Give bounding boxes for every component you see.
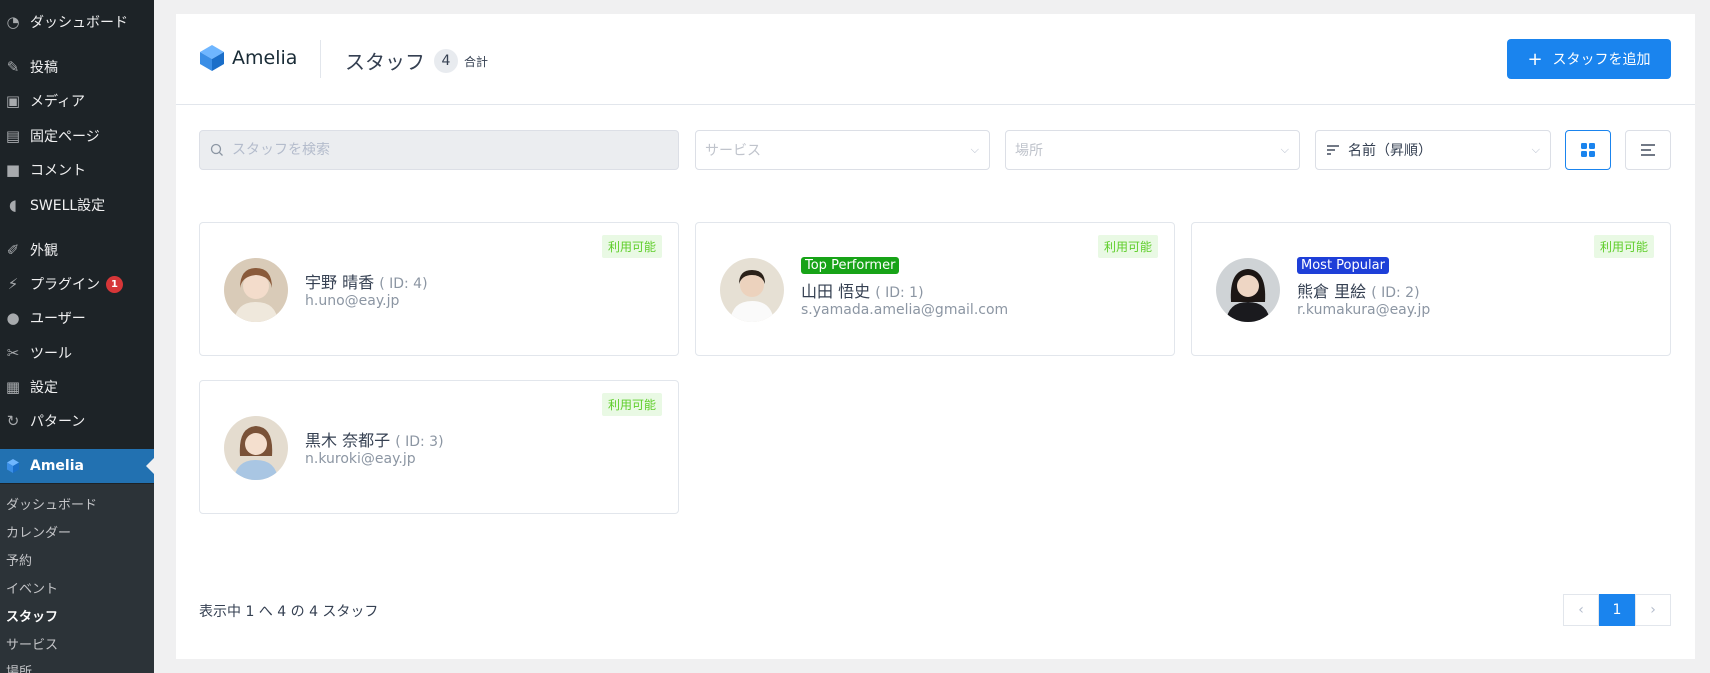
- count-label: 合計: [464, 55, 489, 69]
- grid-icon: [1581, 143, 1595, 157]
- media-icon: ▣: [5, 92, 21, 110]
- user-icon: ●: [6, 309, 20, 327]
- avatar: [224, 416, 288, 480]
- menu-dashboard[interactable]: ◔ ダッシュボード: [0, 5, 154, 39]
- employee-name: 山田 悟史 ( ID: 1): [801, 282, 924, 301]
- service-placeholder: サービス: [705, 143, 761, 159]
- location-placeholder: 場所: [1015, 143, 1043, 159]
- search-icon: [210, 143, 223, 156]
- status-badge: 利用可能: [1097, 235, 1158, 258]
- amelia-logo: Amelia: [199, 44, 297, 72]
- employee-email: n.kuroki@eay.jp: [305, 451, 416, 467]
- amelia-icon: [4, 457, 22, 475]
- pagination-summary: 表示中 1 へ 4 の 4 スタッフ: [199, 604, 379, 620]
- comment-icon: ■: [5, 161, 21, 179]
- pagination: ‹ 1 ›: [1563, 594, 1671, 626]
- employee-count: 4: [434, 49, 458, 73]
- avatar: [224, 258, 288, 322]
- sort-value: 名前（昇順）: [1348, 143, 1432, 159]
- submenu-dashboard[interactable]: ダッシュボード: [6, 494, 97, 513]
- menu-amelia[interactable]: Amelia: [0, 449, 154, 483]
- submenu-employees[interactable]: スタッフ: [6, 606, 58, 625]
- grid-view-button[interactable]: [1565, 130, 1611, 170]
- submenu-events[interactable]: イベント: [6, 578, 58, 597]
- next-page-button[interactable]: ›: [1635, 594, 1671, 626]
- swell-icon: ◖: [9, 196, 17, 214]
- plugin-update-badge: 1: [106, 275, 123, 293]
- employee-card[interactable]: 利用可能 黒木 奈都子 ( ID: 3) n.kuroki@eay.jp: [199, 380, 679, 514]
- employee-name: 熊倉 里絵 ( ID: 2): [1297, 282, 1420, 301]
- sort-icon: [1327, 145, 1339, 155]
- employee-card[interactable]: 利用可能 宇野 晴香 ( ID: 4) h.uno@eay.jp: [199, 222, 679, 356]
- page-title: スタッフ: [345, 50, 425, 74]
- employee-card[interactable]: 利用可能 Most Popular 熊倉 里絵 ( ID: 2) r.kumak…: [1191, 222, 1671, 356]
- prev-page-button[interactable]: ‹: [1563, 594, 1599, 626]
- dashboard-icon: ◔: [6, 13, 20, 31]
- chevron-down-icon: ⌵: [1531, 143, 1540, 156]
- menu-tools[interactable]: ✂ ツール: [0, 336, 154, 370]
- menu-posts[interactable]: ✎ 投稿: [0, 50, 154, 84]
- submenu-calendar[interactable]: カレンダー: [6, 522, 71, 541]
- top-performer-tag: Top Performer: [801, 257, 900, 274]
- submenu-appointments[interactable]: 予約: [6, 550, 32, 569]
- list-view-button[interactable]: [1625, 130, 1671, 170]
- wrench-icon: ✂: [6, 344, 20, 362]
- employee-card[interactable]: 利用可能 Top Performer 山田 悟史 ( ID: 1) s.yama…: [695, 222, 1175, 356]
- brush-icon: ✐: [6, 241, 20, 259]
- menu-settings[interactable]: ▦ 設定: [0, 370, 154, 404]
- pattern-icon: ↻: [6, 412, 20, 430]
- plugin-icon: ⚡: [7, 275, 19, 293]
- admin-sidebar: ◔ ダッシュボード ✎ 投稿 ▣ メディア ▤ 固定ページ ■ コメント ◖ S…: [0, 0, 154, 673]
- page-1-button[interactable]: 1: [1599, 594, 1635, 626]
- pin-icon: ✎: [6, 58, 20, 76]
- avatar: [720, 258, 784, 322]
- submenu-services[interactable]: サービス: [6, 634, 58, 653]
- employee-email: h.uno@eay.jp: [305, 293, 400, 309]
- chevron-down-icon: ⌵: [1280, 143, 1289, 156]
- service-select[interactable]: サービス ⌵: [695, 130, 990, 170]
- employee-name: 黒木 奈都子 ( ID: 3): [305, 431, 444, 450]
- menu-comments[interactable]: ■ コメント: [0, 153, 154, 187]
- submenu-locations[interactable]: 場所: [6, 661, 32, 673]
- page-icon: ▤: [5, 127, 21, 145]
- employee-email: s.yamada.amelia@gmail.com: [801, 302, 1009, 318]
- menu-pages[interactable]: ▤ 固定ページ: [0, 119, 154, 153]
- search-box[interactable]: [199, 130, 679, 170]
- menu-users[interactable]: ● ユーザー: [0, 301, 154, 335]
- menu-plugins[interactable]: ⚡ プラグイン 1: [0, 267, 154, 301]
- most-popular-tag: Most Popular: [1297, 257, 1389, 274]
- search-input[interactable]: [232, 142, 652, 158]
- add-employee-label: スタッフを追加: [1552, 52, 1651, 68]
- employee-name: 宇野 晴香 ( ID: 4): [305, 273, 428, 292]
- menu-media[interactable]: ▣ メディア: [0, 84, 154, 118]
- list-icon: [1641, 144, 1655, 156]
- header-divider: [320, 40, 321, 78]
- location-select[interactable]: 場所 ⌵: [1005, 130, 1300, 170]
- amelia-logo-icon: [200, 45, 224, 71]
- status-badge: 利用可能: [1593, 235, 1654, 258]
- page-header: Amelia スタッフ 4 合計 + スタッフを追加: [176, 14, 1695, 105]
- status-badge: 利用可能: [601, 393, 662, 416]
- logo-text: Amelia: [232, 47, 298, 69]
- add-employee-button[interactable]: + スタッフを追加: [1507, 39, 1671, 79]
- avatar: [1216, 258, 1280, 322]
- employee-email: r.kumakura@eay.jp: [1297, 302, 1431, 318]
- settings-icon: ▦: [5, 378, 21, 396]
- menu-appearance[interactable]: ✐ 外観: [0, 233, 154, 267]
- status-badge: 利用可能: [601, 235, 662, 258]
- menu-patterns[interactable]: ↻ パターン: [0, 404, 154, 438]
- plus-icon: +: [1527, 48, 1543, 70]
- sort-select[interactable]: 名前（昇順） ⌵: [1315, 130, 1551, 170]
- amelia-submenu: ダッシュボード カレンダー 予約 イベント スタッフ サービス 場所: [0, 484, 154, 673]
- menu-swell[interactable]: ◖ SWELL設定: [0, 188, 154, 222]
- chevron-down-icon: ⌵: [970, 143, 979, 156]
- main-panel: Amelia スタッフ 4 合計 + スタッフを追加 サービス ⌵ 場所 ⌵ 名…: [176, 14, 1695, 659]
